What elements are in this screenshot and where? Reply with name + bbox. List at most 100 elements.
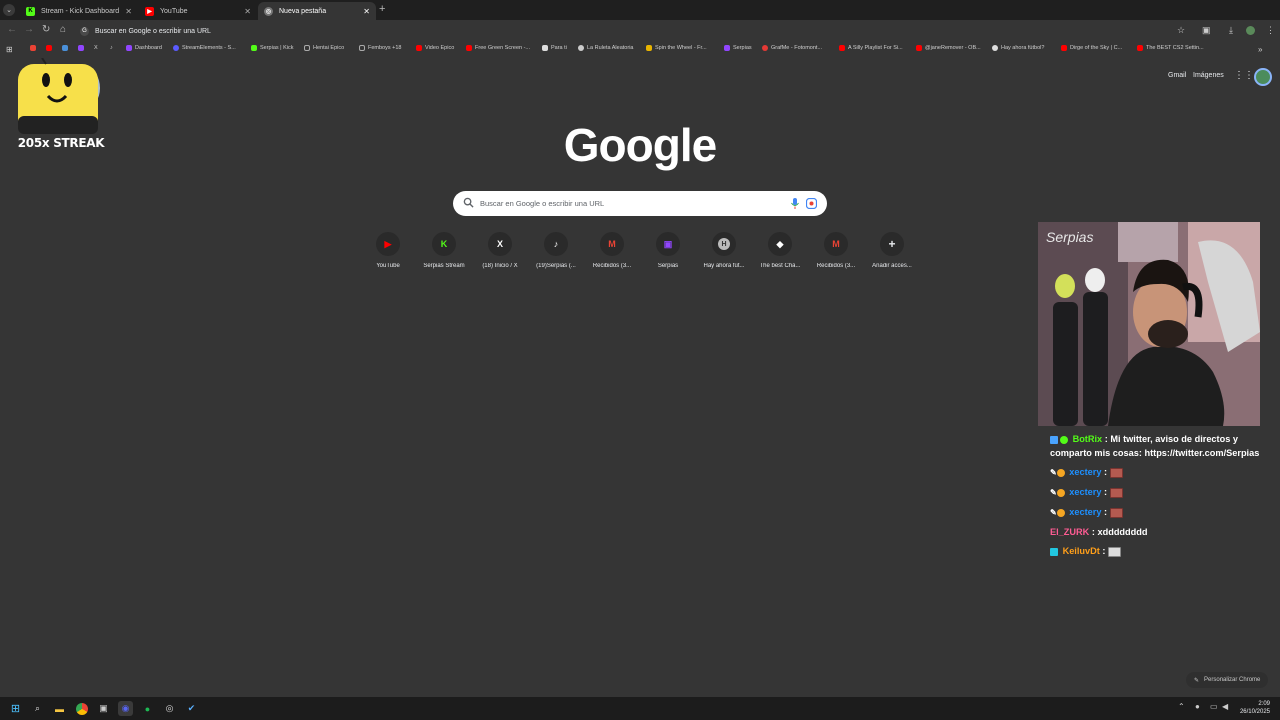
network-icon[interactable]: ▭: [1210, 702, 1218, 711]
forward-arrow-icon[interactable]: →: [24, 24, 34, 35]
system-clock[interactable]: 2:09 26/10/2025: [1240, 700, 1270, 716]
bookmark-folder[interactable]: Femboys +18: [359, 45, 401, 51]
apps-grid-icon[interactable]: ⊞: [6, 45, 13, 54]
bookmark-item[interactable]: StreamElements - S...: [173, 45, 236, 51]
tab-new-tab[interactable]: ◎ Nueva pestaña ✕: [258, 2, 376, 20]
shortcut-x[interactable]: X (18) Inicio / X: [472, 232, 528, 269]
bookmark-item[interactable]: Spin the Wheel - Fr...: [646, 45, 707, 51]
search-box[interactable]: Buscar en Google o escribir una URL: [453, 191, 827, 216]
back-arrow-icon[interactable]: ←: [7, 24, 17, 35]
bookmark-item[interactable]: Serpias: [724, 45, 752, 51]
chat-message: ✎ xectery :: [1050, 505, 1270, 520]
bookmark-item[interactable]: Para ti: [542, 45, 567, 51]
tiktok-icon: ♪: [544, 232, 568, 256]
x-bookmark-icon[interactable]: X: [94, 45, 98, 51]
emote-image: [1109, 487, 1123, 498]
profile-avatar[interactable]: [1246, 26, 1255, 35]
chat-username: xectery: [1069, 487, 1102, 497]
address-bar[interactable]: G Buscar en Google o escribir una URL: [80, 22, 1190, 40]
chat-message: KeiluvDt :: [1050, 544, 1270, 558]
bookmark-item[interactable]: Hay ahora fútbol?: [992, 45, 1044, 51]
bookmarks-overflow-icon[interactable]: »: [1258, 45, 1262, 54]
microphone-icon[interactable]: [791, 198, 799, 209]
monitor-app-icon[interactable]: ▣: [96, 701, 111, 716]
kick-icon: K: [432, 232, 456, 256]
bookmark-item[interactable]: GrafMe - Fotomont...: [762, 45, 822, 51]
bookmark-item[interactable]: A Silly Playlist For Si...: [839, 45, 903, 51]
new-tab-button[interactable]: +: [379, 3, 385, 15]
bookmark-folder[interactable]: Hentai Epico: [304, 45, 344, 51]
bookmark-item[interactable]: Free Green Screen -...: [466, 45, 530, 51]
shortcut-serpias-stream[interactable]: K Serpias Stream: [416, 232, 472, 269]
shortcut-add[interactable]: + Añadir acces...: [864, 232, 920, 269]
reload-icon[interactable]: ↻: [42, 24, 50, 35]
drive-bookmark-icon[interactable]: [62, 45, 71, 51]
microphone-tray-icon[interactable]: ●: [1195, 702, 1200, 711]
extensions-icon[interactable]: ▣: [1202, 25, 1211, 36]
twitch-icon: ▣: [656, 232, 680, 256]
spotify-icon[interactable]: ●: [140, 701, 155, 716]
bookmark-item[interactable]: Video Epico: [416, 45, 454, 51]
tab-title: YouTube: [160, 7, 188, 15]
google-apps-icon[interactable]: ⋮⋮: [1234, 70, 1254, 81]
steam-icon[interactable]: ✔: [184, 701, 199, 716]
chat-username: El_ZURK: [1050, 527, 1090, 537]
google-g-icon: G: [80, 26, 89, 36]
bookmark-item[interactable]: La Ruleta Aleatoria: [578, 45, 633, 51]
alert-badge-icon: [1056, 488, 1065, 497]
home-icon[interactable]: ⌂: [60, 24, 66, 35]
close-icon[interactable]: ✕: [363, 7, 370, 16]
gmail-link[interactable]: Gmail: [1168, 72, 1186, 79]
shortcut-twitch[interactable]: ▣ Serpias: [640, 232, 696, 269]
bookmark-item[interactable]: Dirge of the Sky | C...: [1061, 45, 1122, 51]
tab-kick-dashboard[interactable]: K Stream - Kick Dashboard ✕: [20, 2, 138, 20]
discord-icon[interactable]: ◉: [118, 701, 133, 716]
bookmark-star-icon[interactable]: ☆: [1177, 25, 1185, 36]
google-lens-icon[interactable]: [806, 198, 817, 209]
verified-badge-icon: [1060, 435, 1068, 444]
bookmark-item[interactable]: Serpias | Kick: [251, 45, 294, 51]
menu-kebab-icon[interactable]: ⋮: [1266, 25, 1275, 36]
chat-username: KeiluvDt: [1062, 546, 1100, 556]
search-icon: [463, 197, 474, 208]
customize-chrome-button[interactable]: ✎ Personalizar Chrome: [1186, 672, 1268, 688]
file-explorer-icon[interactable]: ▬: [52, 701, 67, 716]
obs-icon[interactable]: ◎: [162, 701, 177, 716]
plus-icon: +: [880, 232, 904, 256]
youtube-bookmark-icon[interactable]: [46, 45, 55, 51]
gmail-bookmark-icon[interactable]: [30, 45, 39, 51]
twitch-bookmark-icon[interactable]: [78, 45, 87, 51]
bookmark-item[interactable]: The BEST CS2 Settin...: [1137, 45, 1204, 51]
bookmark-item[interactable]: @janeRemover - OB...: [916, 45, 981, 51]
pencil-icon: ✎: [1194, 677, 1200, 684]
shortcut-tiktok[interactable]: ♪ (19)Serpias (...: [528, 232, 584, 269]
download-icon[interactable]: ⤓: [1229, 25, 1233, 36]
streak-overlay: 205x STREAK: [16, 57, 106, 150]
youtube-icon: ▶: [145, 6, 154, 16]
tiktok-bookmark-icon[interactable]: ♪: [110, 45, 113, 51]
images-link[interactable]: Imágenes: [1193, 72, 1224, 79]
tab-youtube[interactable]: ▶ YouTube ✕: [139, 2, 257, 20]
windows-start-icon[interactable]: ⊞: [8, 701, 23, 716]
chrome-icon: ◎: [264, 6, 273, 16]
search-icon[interactable]: ⌕: [30, 701, 45, 716]
shortcut-gmail-2[interactable]: M Recibidos (3...: [808, 232, 864, 269]
chrome-icon[interactable]: [74, 701, 89, 716]
bookmark-item[interactable]: Dashboard: [126, 45, 162, 51]
chat-username: xectery: [1069, 467, 1102, 477]
shortcut-best-cha[interactable]: ◆ The best Cha...: [752, 232, 808, 269]
tray-chevron-icon[interactable]: ⌃: [1178, 702, 1185, 711]
emote-image: [1109, 507, 1123, 518]
shortcut-youtube[interactable]: ▶ YouTube: [360, 232, 416, 269]
shortcut-hay-futbol[interactable]: H Hay ahora fút...: [696, 232, 752, 269]
close-icon[interactable]: ✕: [125, 7, 132, 16]
svg-text:Serpias: Serpias: [1046, 229, 1093, 245]
chat-message: ✎ xectery :: [1050, 465, 1270, 480]
search-placeholder: Buscar en Google o escribir una URL: [480, 199, 605, 208]
shortcut-gmail[interactable]: M Recibidos (3...: [584, 232, 640, 269]
sword-badge-icon: ✎: [1050, 488, 1057, 497]
account-avatar[interactable]: [1254, 68, 1272, 86]
tab-search-button[interactable]: ⌄: [3, 4, 15, 16]
volume-icon[interactable]: ◀: [1222, 702, 1228, 711]
close-icon[interactable]: ✕: [244, 7, 251, 16]
